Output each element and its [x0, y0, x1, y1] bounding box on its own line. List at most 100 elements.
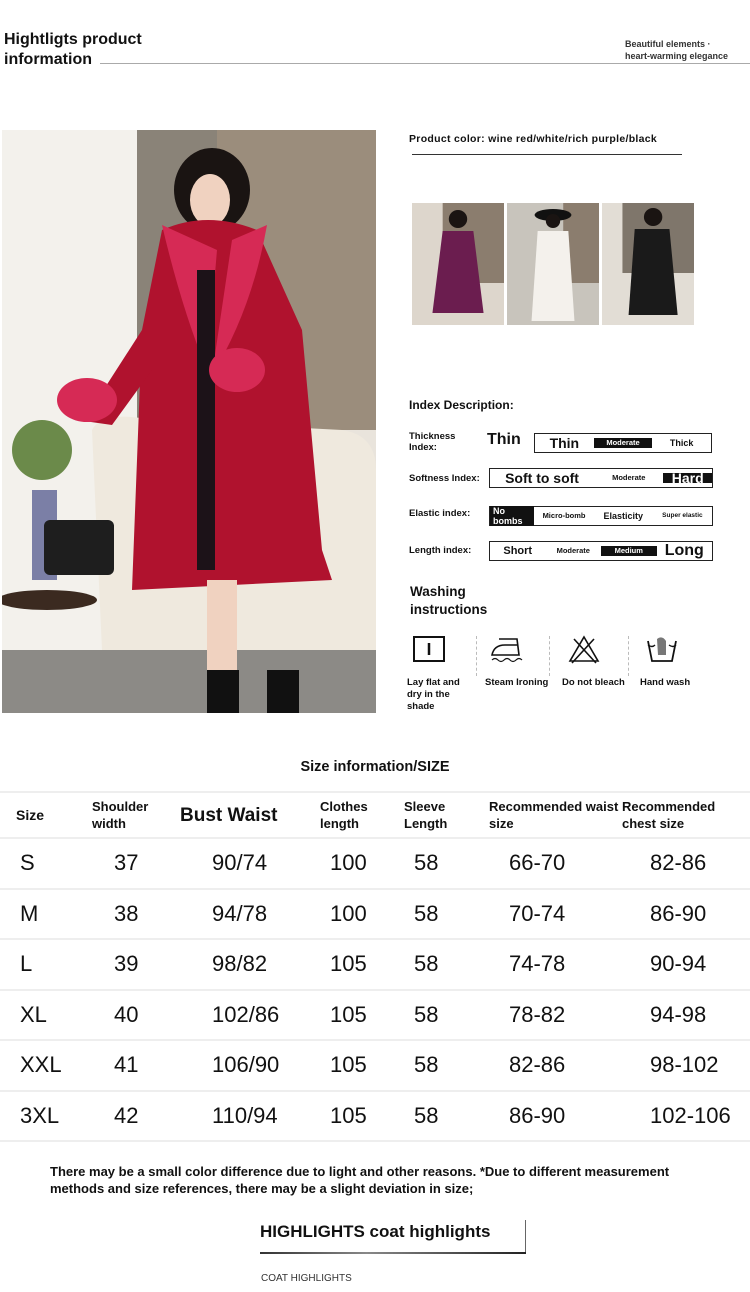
size-cell: 90-94 [622, 939, 750, 991]
column-header: Bust Waist [180, 791, 320, 839]
page-title-line1: Hightligts product [4, 31, 142, 48]
wash-divider [549, 636, 550, 676]
washing-title-line2: instructions [410, 602, 488, 617]
size-cell: 106/90 [180, 1040, 320, 1092]
column-header: Recommended waist size [489, 791, 622, 839]
column-header: Sleeve Length [404, 791, 489, 839]
index-row-thickness: Thickness Index: Thin Thin Moderate Thic… [409, 431, 719, 453]
index-label: Length index: [409, 545, 472, 556]
size-cell: 39 [90, 939, 180, 991]
index-cell-selected: Medium [601, 546, 657, 556]
index-cell: Long [664, 542, 704, 559]
size-row: XL 40 102/86 105 58 78-82 94-98 [0, 989, 750, 1041]
index-cell: Moderate [556, 546, 590, 555]
size-row: XXL 41 106/90 105 58 82-86 98-102 [0, 1040, 750, 1092]
thumbnail-rich-purple[interactable] [412, 203, 504, 325]
wash-divider [628, 636, 629, 676]
size-cell: 58 [404, 939, 489, 991]
thumbnail-white[interactable] [507, 203, 599, 325]
color-thumbnails [412, 203, 694, 325]
size-cell: 42 [90, 1090, 180, 1142]
size-cell: 105 [320, 939, 404, 991]
index-cell: Thick [669, 438, 694, 448]
highlights-divider [525, 1220, 526, 1253]
size-table-body: S 37 90/74 100 58 66-70 82-86 M 38 94/78 100 58 70-7… [0, 838, 750, 1142]
index-cell: Micro-bomb [542, 511, 586, 520]
steam-iron-icon [491, 638, 523, 663]
size-cell: S [0, 838, 90, 890]
index-cell: Moderate [612, 473, 646, 482]
coat-shape [628, 229, 678, 315]
index-cell-selected: No bombs [490, 506, 535, 526]
index-cell-selected: Moderate [593, 438, 653, 448]
tagline-line1: Beautiful elements · [625, 39, 711, 49]
size-cell: 58 [404, 989, 489, 1041]
size-cell: 3XL [0, 1090, 90, 1142]
size-cell: L [0, 939, 90, 991]
size-cell: 41 [90, 1040, 180, 1092]
index-cell: Elasticity [603, 511, 643, 521]
size-table: Size Shoulder width Bust Waist Clothes l… [0, 791, 750, 1142]
size-cell: 70-74 [489, 888, 622, 940]
size-cell: XXL [0, 1040, 90, 1092]
column-header: Clothes length [320, 791, 404, 839]
hand-wash-icon [647, 637, 677, 662]
size-cell: XL [0, 989, 90, 1041]
index-cell: Super elastic [662, 512, 703, 519]
size-row: M 38 94/78 100 58 70-74 86-90 [0, 888, 750, 940]
index-cell: Soft to soft [505, 470, 579, 486]
size-cell: 100 [320, 838, 404, 890]
size-cell: 86-90 [622, 888, 750, 940]
size-cell: 58 [404, 1040, 489, 1092]
size-cell: 37 [90, 838, 180, 890]
index-label: Thickness Index: [409, 431, 456, 453]
column-header: Size [0, 791, 90, 839]
wash-item-no-bleach: Do not bleach [562, 633, 632, 689]
tagline-line2: heart-warming elegance [625, 51, 729, 61]
wash-label: Steam Ironing [485, 677, 549, 688]
size-cell: 98/82 [180, 939, 320, 991]
size-cell: 66-70 [489, 838, 622, 890]
highlights-underline [260, 1252, 526, 1254]
thumbnail-black[interactable] [602, 203, 694, 325]
header-tagline: Beautiful elements · heart-warming elega… [625, 38, 728, 62]
wash-divider [476, 636, 477, 676]
index-cell-selected: Hard [663, 471, 712, 485]
size-info-title: Size information/SIZE [300, 759, 450, 775]
size-cell: 58 [404, 1090, 489, 1142]
size-row: S 37 90/74 100 58 66-70 82-86 [0, 838, 750, 890]
color-label-underline [412, 154, 682, 155]
size-cell: 105 [320, 989, 404, 1041]
size-cell: 102-106 [622, 1090, 750, 1142]
index-row-elastic: Elastic index: No bombs Micro-bomb Elast… [409, 506, 719, 528]
size-cell: 105 [320, 1090, 404, 1142]
wash-label: Lay flat and dry in the shade [407, 677, 460, 712]
page-title-line2: information [4, 51, 92, 68]
size-cell: 86-90 [489, 1090, 622, 1142]
wash-item-lay-flat: Lay flat and dry in the shade [407, 633, 477, 713]
index-bar: No bombs Micro-bomb Elasticity Super ela… [489, 506, 713, 526]
do-not-bleach-icon [568, 635, 600, 664]
size-cell: 74-78 [489, 939, 622, 991]
washing-title: Washing instructions [410, 583, 487, 619]
product-color-label: Product color: wine red/white/rich purpl… [409, 133, 658, 145]
size-cell: 105 [320, 1040, 404, 1092]
highlights-title: HIGHLIGHTS coat highlights [260, 1222, 491, 1241]
index-description-title: Index Description: [409, 398, 514, 412]
index-label: Elastic index: [409, 508, 471, 519]
size-cell: 58 [404, 838, 489, 890]
size-table-header: Size Shoulder width Bust Waist Clothes l… [0, 791, 750, 839]
wash-label: Do not bleach [562, 677, 625, 688]
index-bar: Short Moderate Medium Long [489, 541, 713, 561]
size-cell: M [0, 888, 90, 940]
wash-item-steam-iron: Steam Ironing [485, 633, 555, 689]
size-cell: 110/94 [180, 1090, 320, 1142]
index-row-length: Length index: Short Moderate Medium Long [409, 541, 719, 563]
size-cell: 78-82 [489, 989, 622, 1041]
index-label: Softness Index: [409, 473, 480, 484]
size-cell: 58 [404, 888, 489, 940]
wash-label: Hand wash [640, 677, 691, 688]
disclaimer-note: There may be a small color difference du… [50, 1164, 670, 1196]
coat-shape [531, 231, 575, 321]
wash-item-hand-wash: Hand wash [640, 633, 710, 689]
